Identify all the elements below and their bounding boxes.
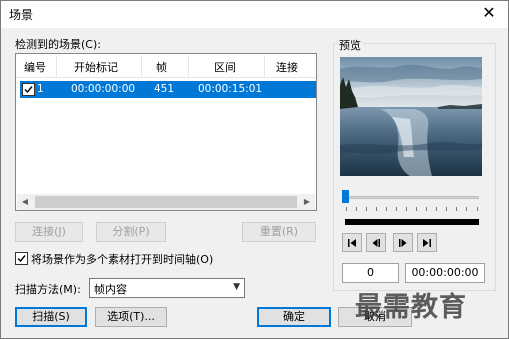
watermark: 最需教育 (355, 292, 467, 323)
scan-method-select[interactable]: 帧内容 ▼ (89, 278, 245, 298)
scene-list-header: 编号 开始标记 帧 区间 连接 (16, 54, 316, 78)
scroll-thumb[interactable] (35, 196, 297, 208)
timeline-bar (345, 219, 479, 225)
go-to-end-icon (423, 239, 431, 247)
close-icon[interactable]: ✕ (480, 4, 498, 22)
link-button[interactable]: 连接(J) (15, 222, 83, 242)
scroll-left-icon[interactable]: ◀ (17, 194, 33, 210)
column-link[interactable]: 连接 (276, 59, 298, 75)
row-start: 00:00:00:00 (71, 83, 136, 95)
scan-method-value: 帧内容 (94, 283, 127, 296)
scene-list[interactable]: 编号 开始标记 帧 区间 连接 1 00:00:00:00 451 00:00:… (15, 53, 317, 211)
row-checkbox[interactable] (22, 83, 35, 96)
reset-button[interactable]: 重置(R) (242, 222, 316, 242)
options-button[interactable]: 选项(T)... (95, 307, 167, 327)
open-multiple-checkbox[interactable] (15, 252, 28, 265)
go-to-end-button[interactable] (417, 233, 437, 252)
title-bar: 场景 ✕ (1, 1, 508, 28)
scroll-right-icon[interactable]: ▶ (299, 194, 315, 210)
previous-frame-icon (372, 239, 380, 247)
previous-frame-button[interactable] (366, 233, 386, 252)
row-frames: 451 (154, 83, 175, 95)
column-start[interactable]: 开始标记 (74, 59, 118, 75)
column-frames[interactable]: 帧 (156, 59, 167, 75)
go-to-start-button[interactable] (342, 233, 362, 252)
preview-slider-track[interactable] (345, 196, 479, 199)
preview-slider-thumb[interactable] (342, 190, 349, 203)
next-frame-icon (399, 239, 407, 247)
frame-field[interactable]: 0 (342, 263, 399, 283)
table-row[interactable]: 1 00:00:00:00 451 00:00:15:01 (20, 81, 316, 98)
preview-label: 预览 (337, 37, 363, 53)
detected-scenes-label: 检测到的场景(C): (15, 38, 101, 51)
timecode-field[interactable]: 00:00:00:00 (405, 263, 485, 283)
split-button[interactable]: 分割(P) (96, 222, 166, 242)
go-to-start-icon (348, 239, 356, 247)
preview-image (340, 57, 482, 176)
scan-method-label: 扫描方法(M): (15, 283, 81, 296)
scene-dialog: 场景 ✕ 检测到的场景(C): 编号 开始标记 帧 区间 连接 1 00:00:… (0, 0, 509, 339)
ok-button[interactable]: 确定 (257, 307, 331, 327)
row-duration: 00:00:15:01 (198, 83, 263, 95)
chevron-down-icon: ▼ (233, 282, 240, 292)
column-number[interactable]: 编号 (24, 59, 46, 75)
row-number: 1 (37, 83, 44, 95)
open-multiple-label[interactable]: 将场景作为多个素材打开到时间轴(O) (31, 251, 213, 267)
scan-button[interactable]: 扫描(S) (15, 307, 87, 327)
dialog-title: 场景 (9, 8, 34, 22)
next-frame-button[interactable] (393, 233, 413, 252)
column-duration[interactable]: 区间 (214, 59, 236, 75)
horizontal-scrollbar[interactable]: ◀ ▶ (17, 194, 315, 210)
